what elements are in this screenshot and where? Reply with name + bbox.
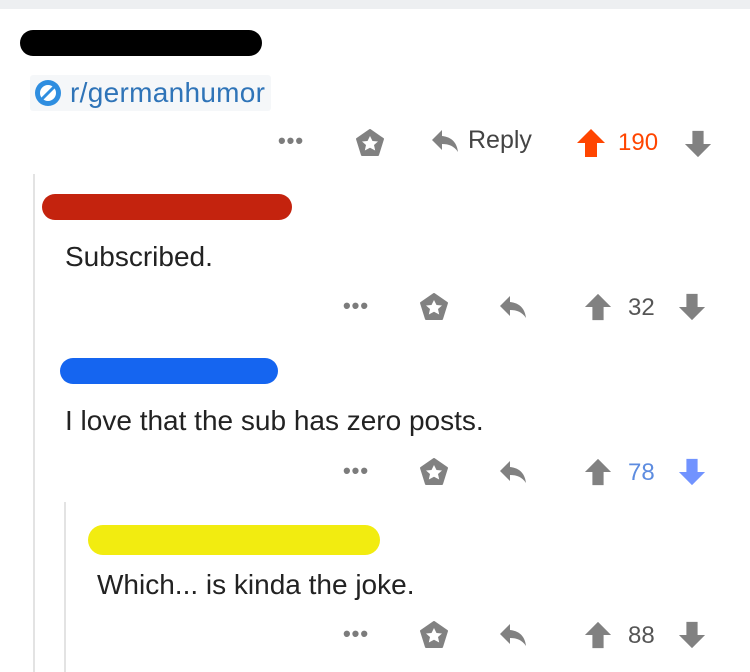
comment-3-score: 88 xyxy=(628,622,655,649)
comment-1-score: 32 xyxy=(628,294,655,321)
downvote-arrow-icon[interactable] xyxy=(684,129,712,159)
top-bar xyxy=(0,0,750,9)
upvote-arrow-icon[interactable] xyxy=(584,292,612,322)
upvote-arrow-icon[interactable] xyxy=(584,620,612,650)
thread-line-level1 xyxy=(33,174,35,672)
more-options-button[interactable]: ••• xyxy=(275,128,307,154)
award-icon[interactable] xyxy=(354,127,386,159)
downvote-arrow-icon[interactable] xyxy=(678,292,706,322)
comment-3-action-row: ••• 88 xyxy=(0,615,750,655)
reply-arrow-icon[interactable] xyxy=(498,293,528,321)
more-options-button[interactable]: ••• xyxy=(340,621,372,647)
award-icon[interactable] xyxy=(418,291,450,323)
comment-1-text: Subscribed. xyxy=(65,241,213,272)
award-icon[interactable] xyxy=(418,456,450,488)
redacted-commenter-1 xyxy=(42,194,292,220)
reply-arrow-icon xyxy=(432,129,458,152)
more-options-button[interactable]: ••• xyxy=(340,293,372,319)
reply-label: Reply xyxy=(468,126,532,154)
downvote-arrow-icon[interactable] xyxy=(678,620,706,650)
reply-arrow-icon[interactable] xyxy=(498,621,528,649)
more-options-button[interactable]: ••• xyxy=(340,458,372,484)
subreddit-icon xyxy=(35,80,61,106)
upvote-arrow-icon[interactable] xyxy=(584,457,612,487)
redacted-commenter-3 xyxy=(88,525,380,555)
comment-2-text: I love that the sub has zero posts. xyxy=(65,405,484,436)
comment-3-text: Which... is kinda the joke. xyxy=(97,569,415,600)
subreddit-link[interactable]: r/germanhumor xyxy=(30,75,272,111)
reply-arrow-icon[interactable] xyxy=(498,458,528,486)
comment-1-action-row: ••• 32 xyxy=(0,287,750,327)
award-icon[interactable] xyxy=(418,619,450,651)
comment-2-action-row: ••• 78 xyxy=(0,452,750,492)
redacted-commenter-2 xyxy=(60,358,278,384)
subreddit-name: r/germanhumor xyxy=(70,77,266,108)
reply-button[interactable]: Reply xyxy=(430,126,532,155)
redacted-username xyxy=(20,30,262,56)
upvote-arrow-icon[interactable] xyxy=(576,128,606,158)
post-score: 190 xyxy=(618,129,659,156)
post-action-row: ••• Reply 190 xyxy=(0,122,750,162)
downvote-arrow-icon[interactable] xyxy=(678,457,706,487)
comment-2-score: 78 xyxy=(628,459,655,486)
